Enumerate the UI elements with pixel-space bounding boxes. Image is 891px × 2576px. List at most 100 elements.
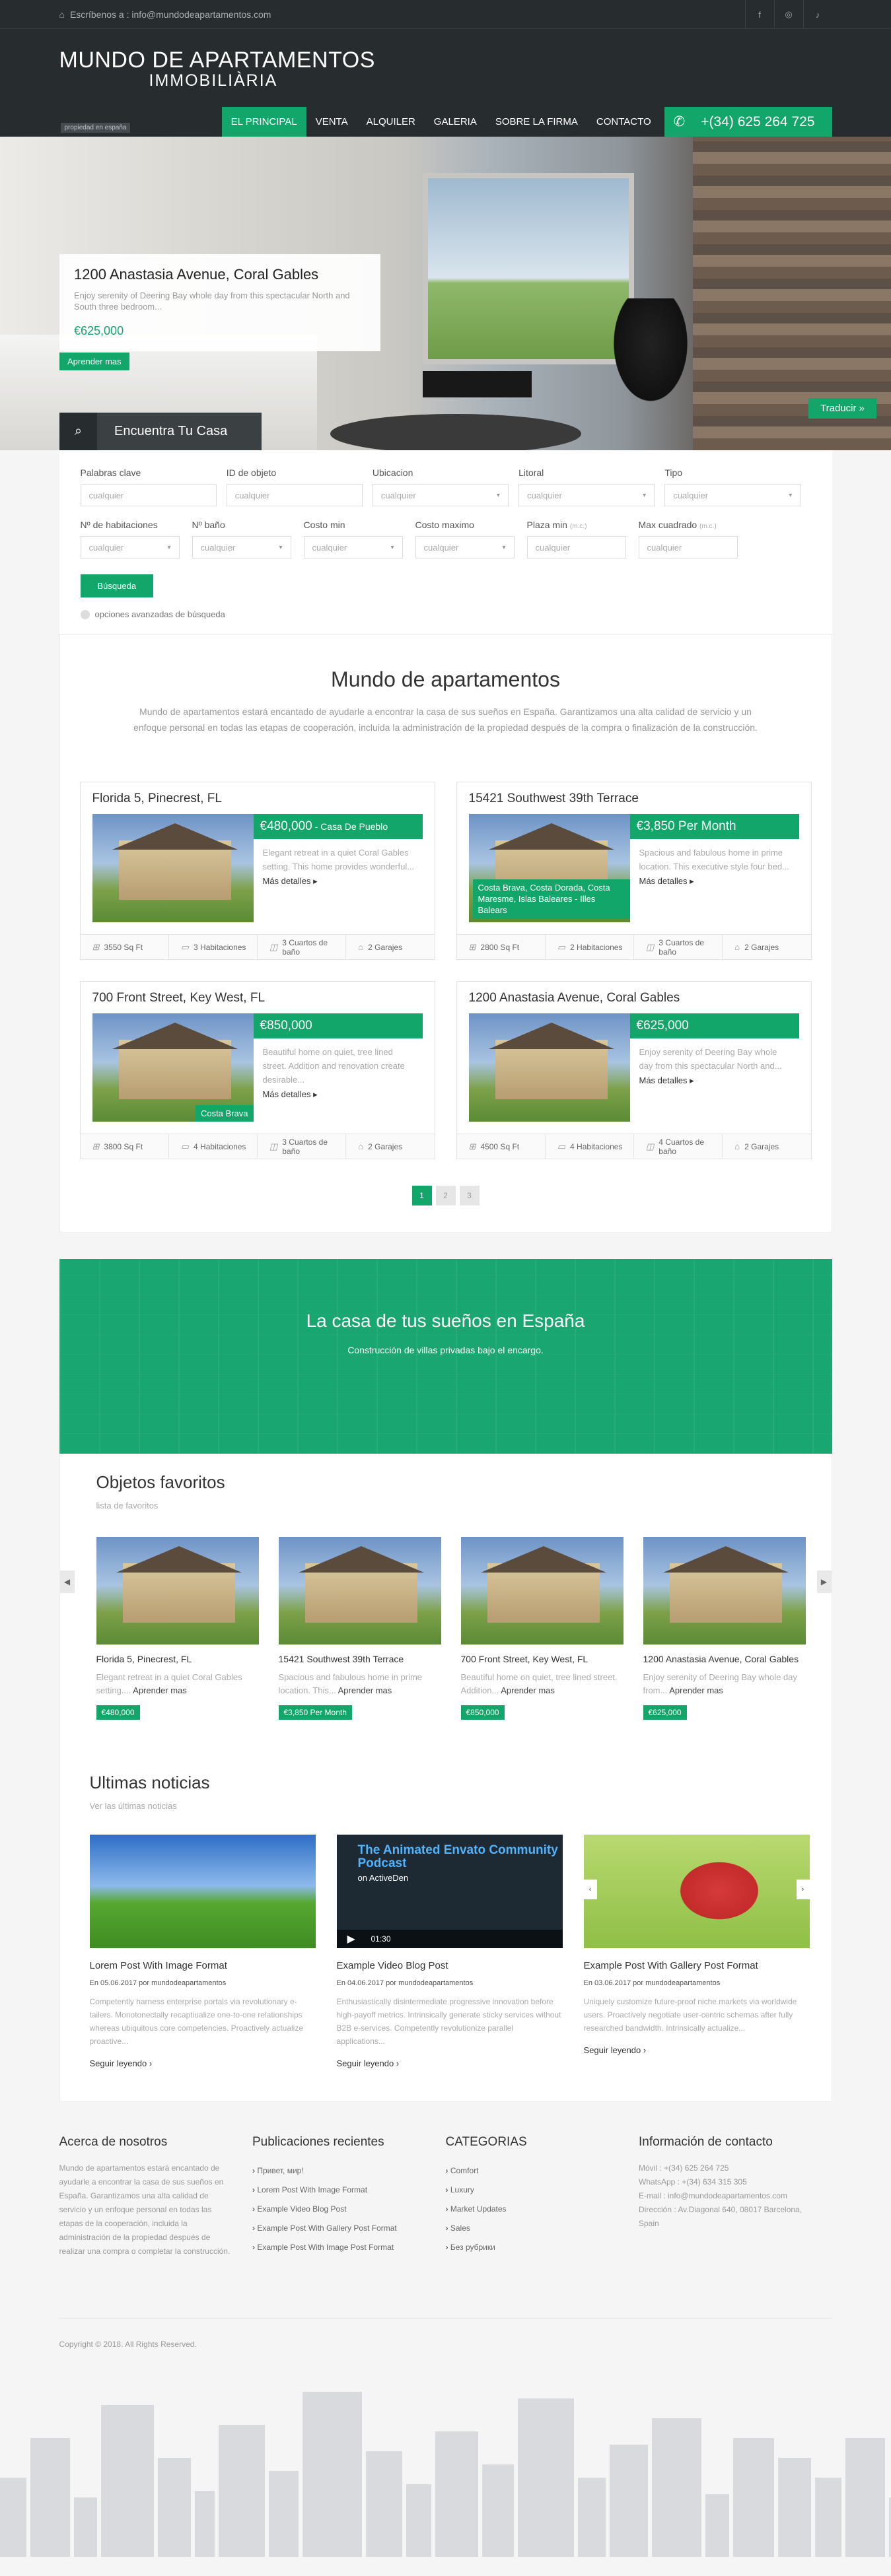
category-link[interactable]: Market Updates (446, 2200, 620, 2219)
min-cost-select[interactable]: cualquier ▾ (303, 536, 403, 559)
nav-item-contacto[interactable]: CONTACTO (587, 107, 660, 137)
nav-item-venta[interactable]: VENTA (306, 107, 357, 137)
property-title[interactable]: Florida 5, Pinecrest, FL (81, 782, 435, 814)
baths-select[interactable]: cualquier ▾ (192, 536, 291, 559)
more-details-link[interactable]: Más detalles ▸ (254, 1089, 423, 1100)
carousel-next-button[interactable]: ▶ (816, 1571, 832, 1593)
category-link[interactable]: Sales (446, 2219, 620, 2238)
video-controls[interactable]: 01:30 (336, 1930, 563, 1948)
site-logo-subtitle[interactable]: IMMOBILIÀRIA (149, 71, 278, 90)
page-3-button[interactable]: 3 (459, 1186, 480, 1205)
min-area-input[interactable]: cualquier (526, 536, 626, 559)
favorite-image[interactable] (643, 1537, 806, 1644)
recent-post-link[interactable]: Example Post With Gallery Post Format (252, 2219, 426, 2238)
translate-button[interactable]: Traducir » (808, 398, 876, 419)
category-link[interactable]: Без рубрики (446, 2238, 620, 2257)
more-details-link[interactable]: Más detalles ▸ (630, 876, 799, 887)
category-link[interactable]: Comfort (446, 2161, 620, 2181)
skyline-building (366, 2451, 402, 2557)
hero-title[interactable]: 1200 Anastasia Avenue, Coral Gables (74, 266, 366, 283)
post-title[interactable]: Example Video Blog Post (337, 1960, 563, 1971)
favorite-learn-more-link[interactable]: Aprender mas (669, 1685, 723, 1695)
video-player[interactable]: The Animated Envato Community Podcast on… (336, 1835, 563, 1948)
read-more-link[interactable]: Seguir leyendo › (337, 2058, 563, 2068)
property-image[interactable] (468, 1013, 630, 1122)
footer-about: Acerca de nosotros Mundo de apartamentos… (59, 2135, 253, 2258)
skyline-building (219, 2425, 265, 2557)
advanced-options-toggle[interactable]: opciones avanzadas de búsqueda (80, 609, 811, 619)
recent-post-link[interactable]: Привет, мир! (252, 2161, 426, 2181)
contact-email[interactable]: ⌂ Escríbenos a : info@mundodeapartamentos… (59, 9, 271, 20)
location-tag[interactable]: Costa Brava (195, 1105, 254, 1122)
property-price: €3,850 Per Month (629, 814, 799, 839)
object-id-input[interactable]: cualquier (226, 484, 363, 506)
max-cost-select[interactable]: cualquier ▾ (415, 536, 515, 559)
max-area-input[interactable]: cualquier (638, 536, 738, 559)
favorite-learn-more-link[interactable]: Aprender mas (501, 1685, 555, 1695)
type-select[interactable]: cualquier ▾ (664, 484, 801, 506)
site-logo-title[interactable]: MUNDO DE APARTAMENTOS (59, 48, 375, 73)
more-details-link[interactable]: Más detalles ▸ (630, 1075, 799, 1086)
nav-item-alquiler[interactable]: ALQUILER (357, 107, 425, 137)
social-links: f ◎ ♪ (744, 0, 832, 29)
favorite-image[interactable] (460, 1537, 624, 1644)
favorite-title[interactable]: 15421 Southwest 39th Terrace (279, 1654, 441, 1664)
keywords-input[interactable]: cualquier (80, 484, 217, 506)
property-title[interactable]: 1200 Anastasia Avenue, Coral Gables (457, 982, 811, 1013)
phone-icon: ✆ (673, 114, 686, 129)
post-title[interactable]: Lorem Post With Image Format (90, 1960, 316, 1971)
phone-number[interactable]: ✆ +(34) 625 264 725 (664, 107, 832, 137)
baths-feature: ◫ 4 Cuartos de baño (634, 1134, 723, 1159)
favorite-image[interactable] (96, 1537, 259, 1644)
property-title[interactable]: 700 Front Street, Key West, FL (81, 982, 435, 1013)
page-2-button[interactable]: 2 (435, 1186, 456, 1205)
gallery-prev-button[interactable]: ‹ (583, 1880, 597, 1899)
property-image[interactable] (92, 814, 254, 922)
nav-item-galeria[interactable]: GALERIA (425, 107, 486, 137)
gallery-next-button[interactable]: › (796, 1880, 810, 1899)
contact-email[interactable]: E-mail : info@mundodeapartamentos.com (639, 2189, 812, 2203)
rooms-select[interactable]: cualquier ▾ (80, 536, 180, 559)
hero-learn-more-button[interactable]: Aprender mas (59, 353, 129, 370)
coast-select[interactable]: cualquier ▾ (518, 484, 655, 506)
favorite-image[interactable] (278, 1537, 441, 1644)
favorite-learn-more-link[interactable]: Aprender mas (338, 1685, 392, 1695)
favorite-title[interactable]: 1200 Anastasia Avenue, Coral Gables (643, 1654, 806, 1664)
facebook-icon[interactable]: f (744, 0, 774, 29)
news-posts: Lorem Post With Image Format En 05.06.20… (89, 1835, 810, 2068)
favorite-title[interactable]: 700 Front Street, Key West, FL (461, 1654, 624, 1664)
carousel-prev-button[interactable]: ◀ (59, 1571, 75, 1593)
play-icon[interactable]: ▶ (347, 1932, 355, 1946)
post-title[interactable]: Example Post With Gallery Post Format (584, 1960, 810, 1971)
nav-item-principal[interactable]: EL PRINCIPAL (221, 107, 306, 137)
footer-about-title: Acerca de nosotros (59, 2135, 168, 2149)
garage-icon: ⌂ (734, 942, 740, 952)
favorite-learn-more-link[interactable]: Aprender mas (133, 1685, 187, 1695)
property-card: 1200 Anastasia Avenue, Coral Gables €625,… (456, 981, 812, 1159)
skyline-building (733, 2438, 774, 2557)
find-home-tab[interactable]: ⌕ Encuentra Tu Casa (59, 413, 262, 450)
footer-categories: CATEGORIAS Comfort Luxury Market Updates… (446, 2135, 639, 2258)
post-image[interactable] (89, 1835, 316, 1948)
skyline-building (269, 2471, 299, 2557)
search-button[interactable]: Búsqueda (80, 574, 154, 597)
property-image[interactable]: Costa Brava, Costa Dorada, Costa Maresme… (468, 814, 630, 922)
property-image[interactable]: Costa Brava (92, 1013, 254, 1122)
recent-post-link[interactable]: Lorem Post With Image Format (252, 2181, 426, 2200)
recent-post-link[interactable]: Example Video Blog Post (252, 2200, 426, 2219)
more-details-link[interactable]: Más detalles ▸ (254, 876, 423, 887)
read-more-link[interactable]: Seguir leyendo › (90, 2058, 316, 2068)
gallery-image[interactable]: ‹ › (583, 1835, 810, 1948)
location-select[interactable]: cualquier ▾ (372, 484, 509, 506)
category-link[interactable]: Luxury (446, 2181, 620, 2200)
feed-icon[interactable]: ♪ (802, 0, 832, 29)
property-title[interactable]: 15421 Southwest 39th Terrace (457, 782, 811, 814)
recent-post-link[interactable]: Example Post With Image Post Format (252, 2238, 426, 2257)
favorite-title[interactable]: Florida 5, Pinecrest, FL (96, 1654, 259, 1664)
instagram-icon[interactable]: ◎ (773, 0, 803, 29)
page-1-button[interactable]: 1 (411, 1186, 432, 1205)
location-tag[interactable]: Costa Brava, Costa Dorada, Costa Maresme… (472, 879, 630, 918)
nav-item-sobre-la-firma[interactable]: SOBRE LA FIRMA (486, 107, 587, 137)
read-more-link[interactable]: Seguir leyendo › (584, 2045, 810, 2055)
min-cost-label: Costo min (303, 520, 345, 530)
